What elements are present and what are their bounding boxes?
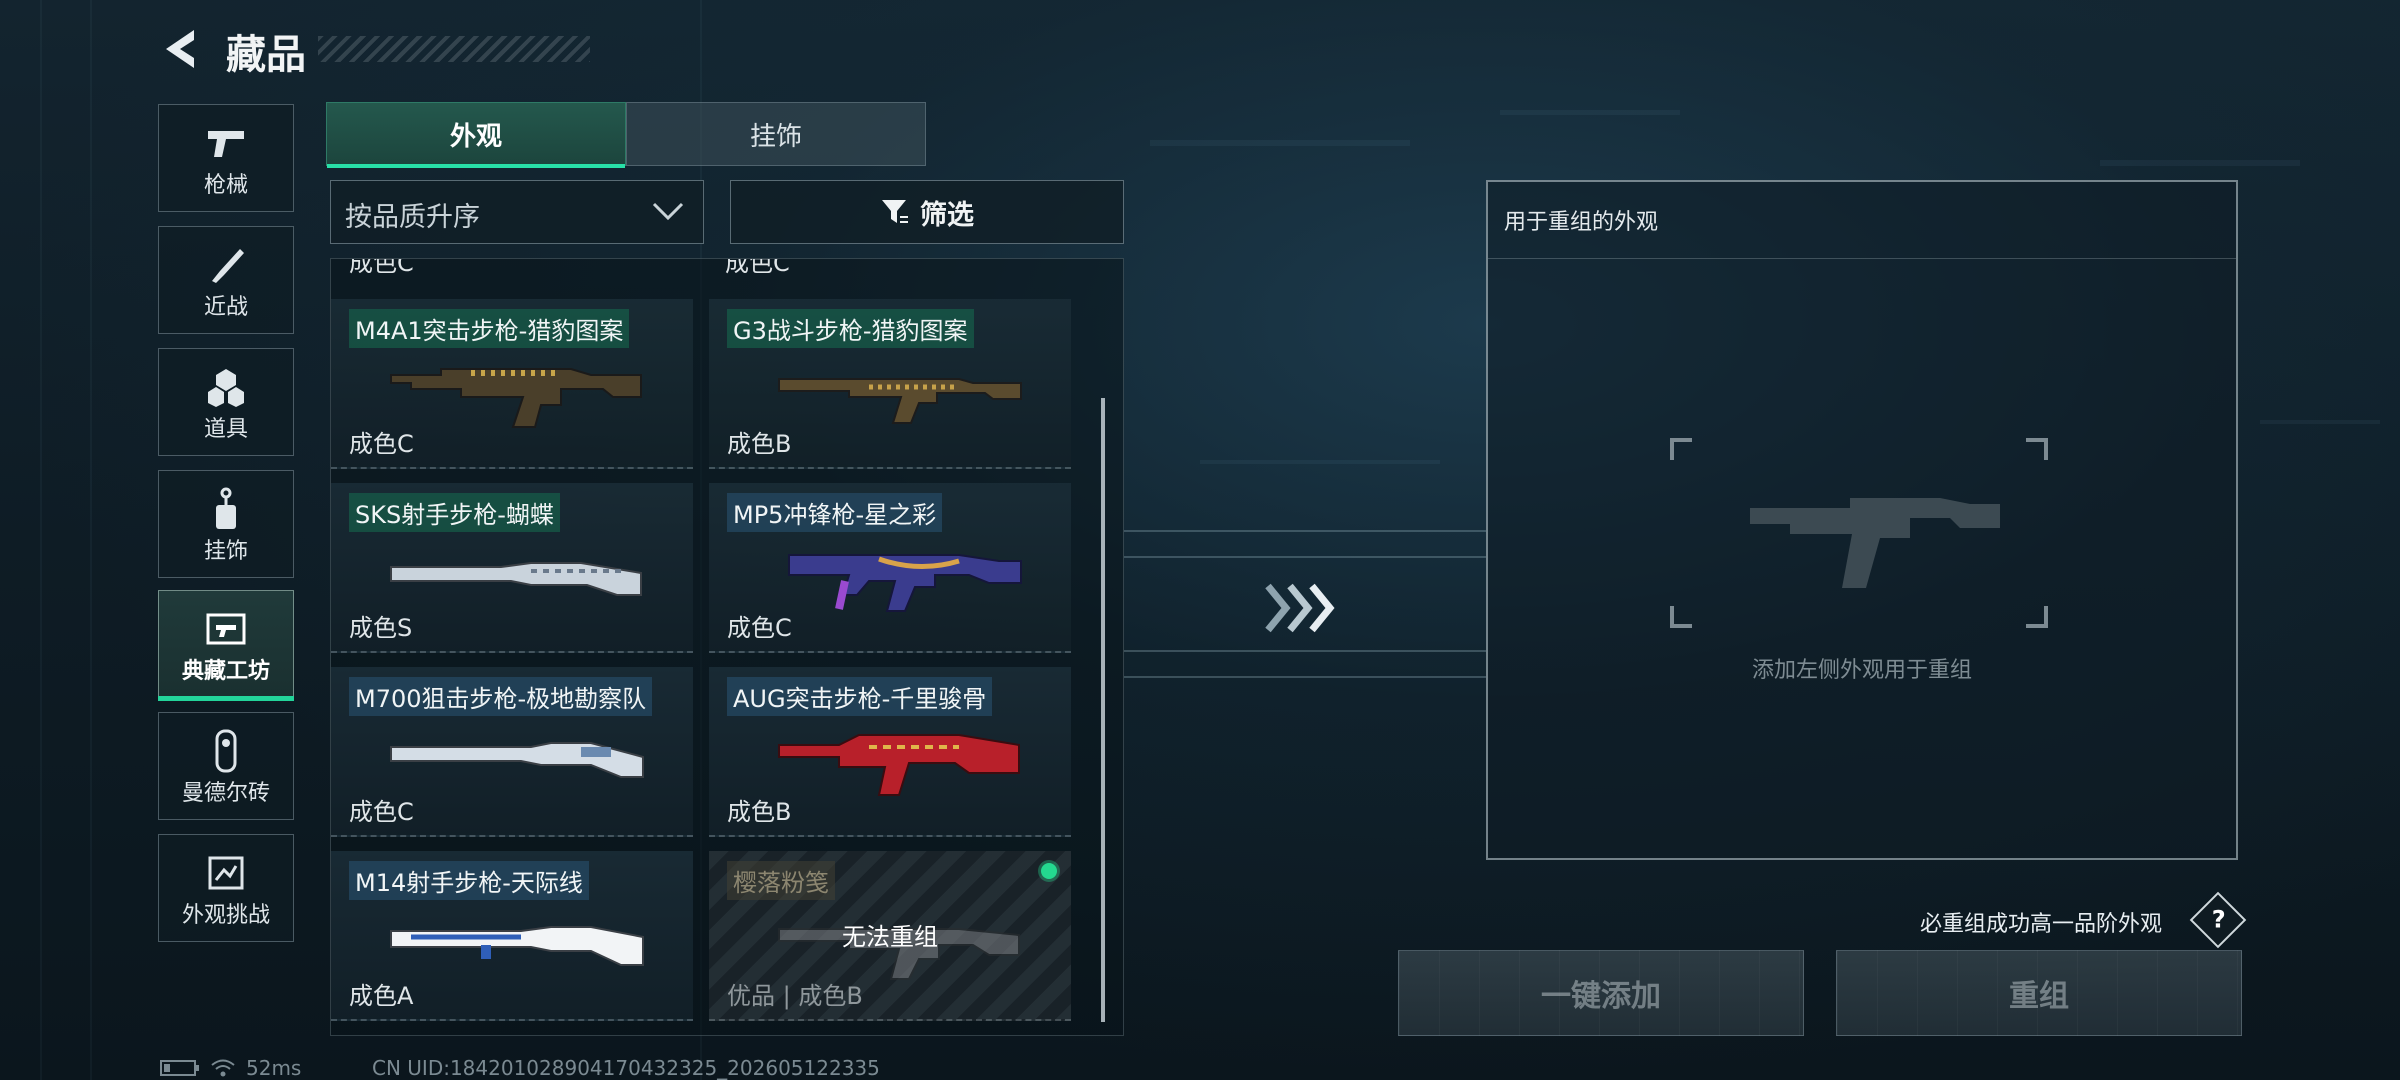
tab-pendant[interactable]: 挂饰: [626, 102, 926, 166]
filter-icon: [882, 200, 908, 223]
nav-item-charms[interactable]: 挂饰: [158, 470, 294, 578]
chevron-down-icon: [652, 202, 684, 221]
rifle-image: [778, 378, 1022, 424]
partial-condition-left: 成色C: [349, 259, 414, 277]
nav-item-label: 近战: [203, 295, 248, 320]
ping-label: 52ms: [246, 1056, 302, 1080]
skin-card-sks[interactable]: SKS射手步枪-蝴蝶 成色S: [331, 483, 693, 653]
nav-item-label: 道具: [203, 417, 248, 442]
question-icon: ?: [2211, 905, 2226, 934]
sniper-image: [390, 742, 644, 778]
scrollbar[interactable]: [1101, 398, 1105, 1022]
skin-card-m14[interactable]: M14射手步枪-天际线 成色A: [331, 851, 693, 1021]
connector-line: [1124, 676, 1486, 678]
cannot-recompose-label: 无法重组: [842, 923, 938, 951]
one-click-add-button[interactable]: 一键添加: [1398, 950, 1804, 1036]
charm-icon: [159, 487, 293, 529]
status-bar: 52ms: [160, 1056, 301, 1080]
guarantee-text: 必重组成功高一品阶外观: [1920, 912, 2163, 937]
sort-dropdown[interactable]: 按品质升序: [330, 180, 704, 244]
wifi-icon: [211, 1059, 235, 1077]
skin-grid[interactable]: 成色C 成色C M4A1突击步枪-猎豹图案 成色C G3战斗步枪-猎豹图案 成色…: [330, 258, 1124, 1036]
skin-name: 樱落粉笺: [727, 861, 835, 900]
title-decoration: [318, 36, 590, 62]
skin-name: AUG突击步枪-千里骏骨: [727, 677, 993, 716]
nav-item-label: 枪械: [203, 173, 248, 198]
connector-line: [1124, 650, 1486, 652]
rifle-image: [390, 562, 642, 596]
brick-icon: [159, 729, 293, 773]
challenge-icon: [159, 853, 293, 893]
skin-condition: 成色S: [349, 614, 413, 642]
pistol-icon: [159, 123, 293, 163]
skin-card-locked[interactable]: 樱落粉笺 无法重组 优品 | 成色B: [709, 851, 1071, 1021]
nav-item-label: 典藏工坊: [181, 659, 270, 684]
uid-label: CN UID:18420102890417043232​5_2026051223…: [372, 1056, 880, 1080]
nav-item-label: 外观挑战: [181, 903, 270, 928]
page-title: 藏品: [226, 32, 306, 78]
divider: [1488, 258, 2236, 259]
skin-name: SKS射手步枪-蝴蝶: [349, 493, 560, 532]
recompose-slot[interactable]: [1670, 438, 2048, 628]
tab-appearance[interactable]: 外观: [326, 102, 626, 168]
grenade-icon: [159, 367, 293, 407]
nav-item-label: 挂饰: [203, 539, 248, 564]
skin-name: MP5冲锋枪-星之彩: [727, 493, 943, 532]
skin-card-m4a1[interactable]: M4A1突击步枪-猎豹图案 成色C: [331, 299, 693, 469]
rifle-image: [778, 734, 1020, 796]
skin-condition: 成色B: [727, 430, 792, 458]
skin-condition: 优品 | 成色B: [727, 982, 863, 1010]
skin-card-mp5[interactable]: MP5冲锋枪-星之彩 成色C: [709, 483, 1071, 653]
filter-button[interactable]: 筛选: [730, 180, 1124, 244]
back-arrow-icon[interactable]: [158, 26, 204, 72]
recompose-panel: 用于重组的外观 添加左侧外观用于重组: [1486, 180, 2238, 860]
skin-name: M4A1突击步枪-猎豹图案: [349, 309, 630, 348]
knife-icon: [159, 245, 293, 285]
rifle-image: [390, 926, 644, 966]
nav-item-melee[interactable]: 近战: [158, 226, 294, 334]
connector-line: [1124, 556, 1486, 558]
nav-item-guns[interactable]: 枪械: [158, 104, 294, 212]
skin-condition: 成色C: [349, 430, 414, 458]
nav-item-mandel-brick[interactable]: 曼德尔砖: [158, 712, 294, 820]
nav-item-label: 曼德尔砖: [181, 781, 270, 806]
skin-condition: 成色C: [349, 798, 414, 826]
recompose-button[interactable]: 重组: [1836, 950, 2242, 1036]
skin-card-g3[interactable]: G3战斗步枪-猎豹图案 成色B: [709, 299, 1071, 469]
skin-card-aug[interactable]: AUG突击步枪-千里骏骨 成色B: [709, 667, 1071, 837]
partial-condition-right: 成色C: [725, 259, 790, 277]
connector-line: [1124, 530, 1486, 532]
sort-label: 按品质升序: [345, 202, 480, 233]
recompose-title: 用于重组的外观: [1504, 210, 1659, 235]
skin-name: M14射手步枪-天际线: [349, 861, 589, 900]
skin-condition: 成色C: [727, 614, 792, 642]
chevrons-right-icon: [1265, 583, 1335, 633]
skin-condition: 成色A: [349, 982, 414, 1010]
skin-name: G3战斗步枪-猎豹图案: [727, 309, 974, 348]
workshop-icon: [159, 609, 293, 649]
smg-image: [788, 554, 1022, 612]
skin-name: M700狙击步枪-极地勘察队: [349, 677, 653, 716]
skin-card-m700[interactable]: M700狙击步枪-极地勘察队 成色C: [331, 667, 693, 837]
rifle-image: [390, 368, 642, 428]
nav-item-workshop[interactable]: 典藏工坊: [158, 590, 294, 701]
nav-item-props[interactable]: 道具: [158, 348, 294, 456]
help-button[interactable]: ?: [2189, 891, 2247, 949]
nav-item-appearance-challenge[interactable]: 外观挑战: [158, 834, 294, 942]
skin-condition: 成色B: [727, 798, 792, 826]
status-dot: [1041, 863, 1057, 879]
filter-label: 筛选: [920, 199, 974, 231]
battery-icon: [160, 1060, 199, 1076]
recompose-hint: 添加左侧外观用于重组: [1751, 658, 1972, 683]
